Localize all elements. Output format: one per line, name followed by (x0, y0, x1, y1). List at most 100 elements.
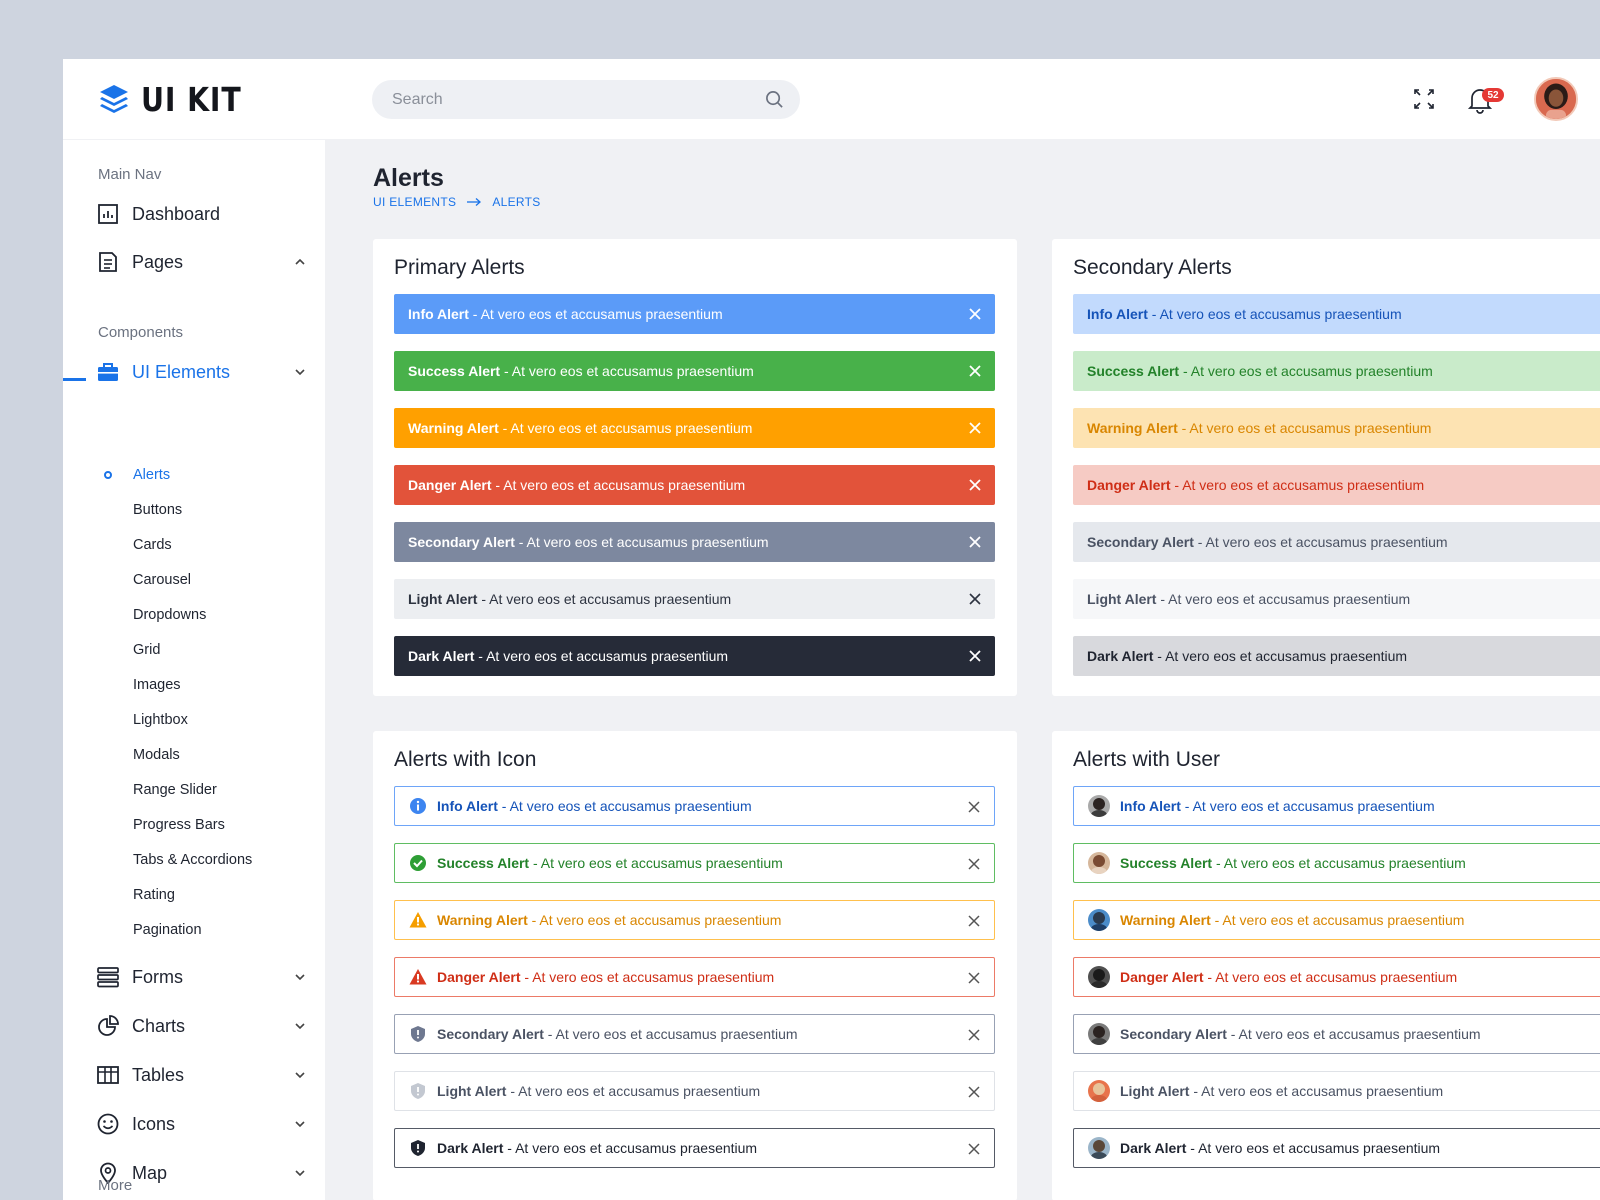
close-icon[interactable] (967, 1085, 981, 1099)
page-title: Alerts (373, 164, 444, 192)
user-avatar (1088, 966, 1110, 988)
sidebar-item-dashboard[interactable]: Dashboard (97, 199, 307, 229)
search-icon[interactable] (765, 90, 784, 109)
sidebar-item-ui-elements[interactable]: UI Elements (97, 357, 307, 387)
brand-name: UI KIT (141, 79, 242, 119)
alert-text: Dark Alert - At vero eos et accusamus pr… (1120, 1140, 1441, 1156)
close-icon[interactable] (968, 478, 982, 492)
alert-text: Light Alert - At vero eos et accusamus p… (1120, 1083, 1444, 1099)
section-main-nav: Main Nav (98, 166, 162, 183)
close-icon[interactable] (967, 1028, 981, 1042)
alert-light-icon: Light Alert - At vero eos et accusamus p… (394, 1071, 995, 1111)
sidebar-sub-lightbox[interactable]: Lightbox (133, 712, 188, 728)
sidebar-sub-modals[interactable]: Modals (133, 747, 180, 763)
sidebar-sub-alerts[interactable]: Alerts (133, 467, 170, 483)
sidebar-item-label: Charts (132, 1015, 186, 1036)
alert-danger-icon: Danger Alert - At vero eos et accusamus … (394, 957, 995, 997)
user-avatar (1088, 852, 1110, 874)
close-icon[interactable] (967, 914, 981, 928)
alert-danger-soft: Danger Alert - At vero eos et accusamus … (1073, 465, 1600, 505)
alert-text: Secondary Alert - At vero eos et accusam… (408, 534, 769, 550)
close-icon[interactable] (968, 307, 982, 321)
alert-text: Warning Alert - At vero eos et accusamus… (1087, 420, 1432, 436)
sidebar-item-pages[interactable]: Pages (97, 247, 307, 277)
avatar[interactable] (1534, 77, 1578, 121)
close-icon[interactable] (968, 649, 982, 663)
close-icon[interactable] (968, 364, 982, 378)
sidebar-sub-images[interactable]: Images (133, 677, 181, 693)
close-icon[interactable] (967, 800, 981, 814)
breadcrumb-ui-elements[interactable]: UI ELEMENTS (373, 195, 456, 209)
alert-text: Info Alert - At vero eos et accusamus pr… (408, 306, 723, 322)
alert-text: Warning Alert - At vero eos et accusamus… (437, 912, 782, 928)
alert-text: Secondary Alert - At vero eos et accusam… (1087, 534, 1448, 550)
section-more: More (98, 1177, 133, 1194)
logo[interactable]: UI KIT (97, 79, 258, 119)
breadcrumb: UI ELEMENTS ALERTS (373, 195, 541, 209)
alert-success-user: Success Alert - At vero eos et accusamus… (1073, 843, 1600, 883)
chevron-up-icon (295, 258, 305, 265)
alert-text: Light Alert - At vero eos et accusamus p… (437, 1083, 761, 1099)
sidebar-sub-range-slider[interactable]: Range Slider (133, 782, 217, 798)
fullscreen-icon[interactable] (1412, 87, 1436, 111)
alert-text: Danger Alert - At vero eos et accusamus … (408, 477, 746, 493)
close-icon[interactable] (968, 535, 982, 549)
alert-text: Secondary Alert - At vero eos et accusam… (437, 1026, 798, 1042)
alert-text: Warning Alert - At vero eos et accusamus… (408, 420, 753, 436)
sidebar-sub-dropdowns[interactable]: Dropdowns (133, 607, 206, 623)
chevron-down-icon (295, 1023, 305, 1030)
alert-text: Danger Alert - At vero eos et accusamus … (1120, 969, 1458, 985)
sidebar-item-tables[interactable]: Tables (97, 1060, 307, 1090)
sidebar-item-label: Tables (132, 1064, 185, 1085)
sidebar-item-label: Dashboard (132, 203, 221, 224)
alert-text: Dark Alert - At vero eos et accusamus pr… (408, 648, 729, 664)
close-icon[interactable] (967, 971, 981, 985)
section-components: Components (98, 324, 184, 341)
active-sub-indicator (104, 471, 112, 479)
alert-text: Success Alert - At vero eos et accusamus… (437, 855, 783, 871)
close-icon[interactable] (967, 1142, 981, 1156)
sidebar-sub-tabs-accordions[interactable]: Tabs & Accordions (133, 852, 252, 868)
sidebar-sub-pagination[interactable]: Pagination (133, 922, 202, 938)
sidebar-sub-progress-bars[interactable]: Progress Bars (133, 817, 225, 833)
user-avatar (1088, 909, 1110, 931)
close-icon[interactable] (968, 592, 982, 606)
chevron-down-icon (295, 974, 305, 981)
alert-text: Success Alert - At vero eos et accusamus… (1120, 855, 1466, 871)
sidebar-sub-grid[interactable]: Grid (133, 642, 160, 658)
table-icon (97, 1064, 119, 1086)
alert-warning-user: Warning Alert - At vero eos et accusamus… (1073, 900, 1600, 940)
alert-text: Info Alert - At vero eos et accusamus pr… (1087, 306, 1402, 322)
sidebar-item-icons[interactable]: Icons (97, 1109, 307, 1139)
sidebar-sub-rating[interactable]: Rating (133, 887, 175, 903)
user-avatar (1088, 1137, 1110, 1159)
alert-dark-soft: Dark Alert - At vero eos et accusamus pr… (1073, 636, 1600, 676)
sidebar-sub-cards[interactable]: Cards (133, 537, 172, 553)
sidebar-item-label: UI Elements (132, 361, 231, 382)
chevron-down-icon (295, 369, 305, 376)
close-icon[interactable] (967, 857, 981, 871)
sidebar-sub-carousel[interactable]: Carousel (133, 572, 191, 588)
alert-text: Success Alert - At vero eos et accusamus… (1087, 363, 1433, 379)
alert-danger: Danger Alert - At vero eos et accusamus … (394, 465, 995, 505)
pages-icon (97, 251, 119, 273)
card-title: Secondary Alerts (1073, 256, 1232, 279)
sidebar-item-charts[interactable]: Charts (97, 1011, 307, 1041)
topbar: 52 (325, 59, 1600, 139)
alert-info: Info Alert - At vero eos et accusamus pr… (394, 294, 995, 334)
alert-secondary-soft: Secondary Alert - At vero eos et accusam… (1073, 522, 1600, 562)
alert-info-soft: Info Alert - At vero eos et accusamus pr… (1073, 294, 1600, 334)
sidebar-sub-buttons[interactable]: Buttons (133, 502, 182, 518)
search-input[interactable] (392, 90, 752, 109)
shield-icon (409, 1139, 427, 1157)
close-icon[interactable] (968, 421, 982, 435)
sidebar-item-forms[interactable]: Forms (97, 962, 307, 992)
alert-dark: Dark Alert - At vero eos et accusamus pr… (394, 636, 995, 676)
shield-icon (409, 1025, 427, 1043)
search-bar (372, 80, 800, 119)
alert-text: Dark Alert - At vero eos et accusamus pr… (1087, 648, 1408, 664)
card-title: Primary Alerts (394, 256, 525, 279)
alert-info-user: Info Alert - At vero eos et accusamus pr… (1073, 786, 1600, 826)
smiley-icon (97, 1113, 119, 1135)
user-avatar (1088, 795, 1110, 817)
